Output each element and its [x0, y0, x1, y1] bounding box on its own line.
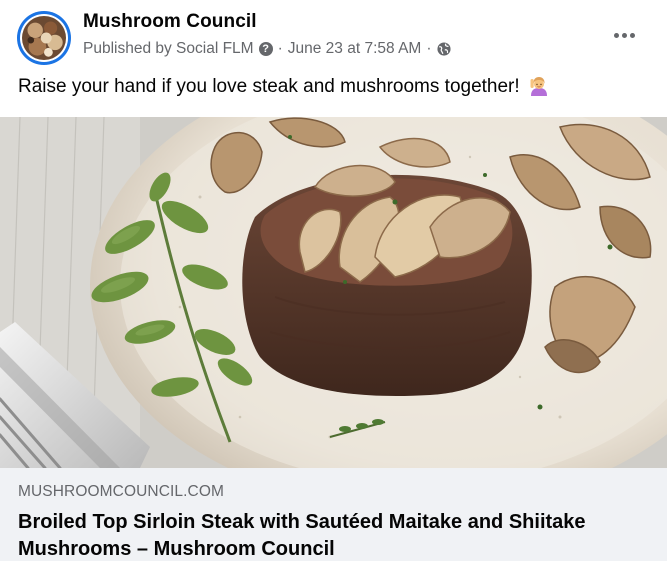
meta-separator: ·: [426, 40, 432, 57]
more-options-icon: [629, 32, 635, 38]
globe-icon[interactable]: [436, 42, 451, 56]
post-meta: Published by Social FLM ? · June 23 at 7…: [83, 39, 451, 59]
avatar-ring: [20, 14, 68, 62]
post-header: Mushroom Council Published by Social FLM…: [0, 0, 667, 68]
avatar-image: [22, 16, 66, 60]
more-options-icon: [621, 32, 627, 38]
post-timestamp-link[interactable]: June 23 at 7:58 AM: [288, 40, 422, 58]
post-message-text: Raise your hand if you love steak and mu…: [18, 76, 520, 97]
more-options-button[interactable]: [606, 20, 642, 50]
page-avatar[interactable]: [17, 11, 71, 65]
post-message: Raise your hand if you love steak and mu…: [18, 76, 549, 98]
help-icon[interactable]: ?: [258, 42, 273, 56]
steak-photo: [0, 117, 667, 468]
link-title[interactable]: Broiled Top Sirloin Steak with Sautéed M…: [18, 509, 648, 561]
link-preview[interactable]: MUSHROOMCOUNCIL.COM Broiled Top Sirloin …: [0, 468, 667, 561]
woman-raising-hand-emoji-icon: [530, 77, 547, 96]
meta-separator: ·: [277, 40, 283, 57]
post-photo[interactable]: [0, 117, 667, 468]
page-name-link[interactable]: Mushroom Council: [83, 11, 257, 33]
published-by-label: Published by Social FLM: [83, 40, 254, 57]
link-domain: MUSHROOMCOUNCIL.COM: [18, 483, 224, 500]
more-options-icon: [613, 32, 619, 38]
